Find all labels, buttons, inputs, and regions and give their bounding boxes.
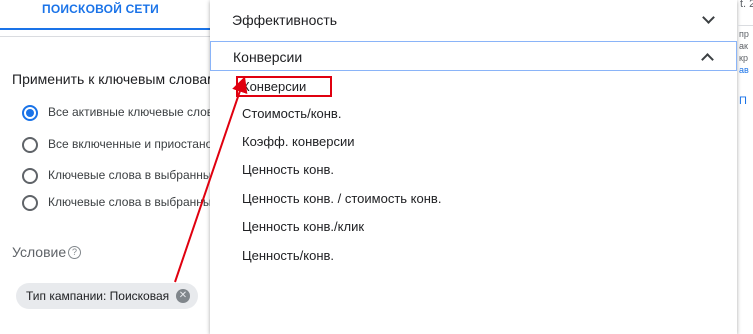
radio-option-selected-keywords-1[interactable]: Ключевые слова в выбранных xyxy=(22,168,222,188)
dropdown-item-conversion-rate[interactable]: Коэфф. конверсии xyxy=(210,128,737,156)
group-header-performance[interactable]: Эффективность xyxy=(210,5,737,35)
divider xyxy=(0,36,210,37)
condition-label: Условие xyxy=(12,244,67,260)
dropdown-item-conversion-value[interactable]: Ценность конв. xyxy=(210,156,737,184)
dropdown-item-label: Стоимость/конв. xyxy=(242,106,342,121)
side-link[interactable]: ав xyxy=(739,65,749,75)
radio-option-selected-keywords-2[interactable]: Ключевые слова в выбранных xyxy=(22,195,222,215)
annotation-highlight-box xyxy=(236,76,332,97)
side-panel-clip: t. 2 пр ак кр ав П xyxy=(737,0,753,334)
radio-option-all-enabled-paused[interactable]: Все включенные и приостановленные xyxy=(22,137,261,157)
campaign-type-filter-chip[interactable]: Тип кампании: Поисковая ✕ xyxy=(16,283,198,309)
tab-label: ПОИСКОВОЙ СЕТИ xyxy=(42,2,159,16)
tab-active-indicator xyxy=(0,28,210,30)
side-link[interactable]: П xyxy=(739,95,747,107)
radio-button[interactable] xyxy=(22,195,38,211)
side-text-line: ак xyxy=(739,41,748,51)
help-circle-icon[interactable]: ? xyxy=(68,246,81,259)
close-icon[interactable]: ✕ xyxy=(176,289,190,303)
radio-button[interactable] xyxy=(22,137,38,153)
dropdown-item-label: Ценность конв. / стоимость конв. xyxy=(242,191,442,206)
divider xyxy=(737,25,753,26)
radio-button[interactable] xyxy=(22,168,38,184)
side-text-line: пр xyxy=(739,29,749,39)
dropdown-item-value-per-click[interactable]: Ценность конв./клик xyxy=(210,213,737,241)
metric-dropdown: Эффективность Конверсии Конверсии Стоимо… xyxy=(210,0,737,334)
radio-label: Ключевые слова в выбранных xyxy=(48,195,218,209)
dropdown-item-label: Ценность конв. xyxy=(242,162,335,177)
radio-button[interactable] xyxy=(22,105,38,121)
dropdown-item-label: Ценность/конв. xyxy=(242,248,335,263)
chevron-up-icon xyxy=(701,53,714,66)
dropdown-item-label: Ценность конв./клик xyxy=(242,219,365,234)
radio-label: Все активные ключевые слова xyxy=(48,105,220,119)
dropdown-item-label: Коэфф. конверсии xyxy=(242,134,355,149)
corner-text: t. 2 xyxy=(740,0,753,10)
dropdown-item-value-per-cost[interactable]: Ценность конв. / стоимость конв. xyxy=(210,185,737,213)
radio-option-all-active[interactable]: Все активные ключевые слова xyxy=(22,105,222,125)
dropdown-item-cost-per-conversion[interactable]: Стоимость/конв. xyxy=(210,100,737,128)
dropdown-item-value-per-conversion[interactable]: Ценность/конв. xyxy=(210,242,737,270)
side-text-line: кр xyxy=(739,53,748,63)
chevron-down-icon xyxy=(702,11,715,24)
group-header-conversions[interactable]: Конверсии xyxy=(210,41,737,71)
apply-to-keywords-heading: Применить к ключевым словам xyxy=(12,71,217,87)
radio-label: Ключевые слова в выбранных xyxy=(48,168,218,182)
group-label: Эффективность xyxy=(232,12,338,28)
campaign-type-tab[interactable]: ПОИСКОВОЙ СЕТИ xyxy=(0,0,210,30)
chip-label: Тип кампании: Поисковая xyxy=(26,289,170,303)
group-label: Конверсии xyxy=(233,49,303,65)
